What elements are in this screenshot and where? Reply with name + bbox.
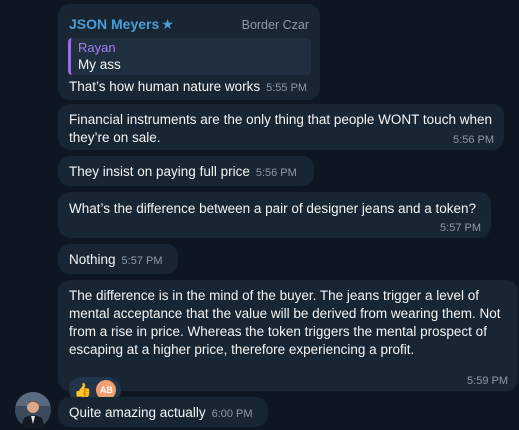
message-text: What’s the difference between a pair of …	[69, 201, 477, 216]
message-line: The difference is in the mind of the buy…	[69, 288, 479, 303]
thumbs-up-icon: 👍	[74, 382, 92, 398]
reply-quote[interactable]: Rayan My ass	[68, 38, 311, 75]
reply-author: Rayan	[78, 40, 116, 55]
avatar-image	[15, 392, 51, 428]
message-bubble[interactable]: Quite amazing actually 6:00 PM	[58, 397, 268, 427]
message-time: 5:56 PM	[453, 134, 494, 146]
message-text: That’s how human nature works	[69, 79, 261, 94]
sender-title: Border Czar	[241, 18, 309, 32]
message-line: escaping at a higher price, therefore ex…	[69, 342, 415, 357]
message-bubble[interactable]: JSON Meyers ★ Border Czar Rayan My ass Th…	[58, 4, 320, 100]
message-text-row: That’s how human nature works 5:55 PM	[69, 78, 307, 97]
message-line: Financial instruments are the only thing…	[69, 112, 492, 127]
message-text: Financial instruments are the only thing…	[69, 111, 492, 147]
message-time: 6:00 PM	[211, 408, 253, 420]
message-bubble[interactable]: They insist on paying full price 5:56 PM	[58, 156, 314, 186]
message-text-row: Nothing 5:57 PM	[69, 251, 163, 270]
message-text: Nothing	[69, 252, 116, 267]
sender-name[interactable]: JSON Meyers ★	[69, 15, 174, 33]
message-bubble[interactable]: Nothing 5:57 PM	[58, 244, 178, 274]
message-bubble[interactable]: Financial instruments are the only thing…	[58, 104, 504, 150]
star-icon: ★	[161, 16, 174, 32]
message-time: 5:59 PM	[467, 375, 508, 387]
message-line: from a rise in price. Whereas the token …	[69, 324, 487, 339]
reply-text: My ass	[78, 57, 121, 72]
message-text-row: They insist on paying full price 5:56 PM	[69, 163, 297, 182]
message-line: they’re on sale.	[69, 130, 161, 145]
message-time: 5:57 PM	[440, 222, 481, 234]
message-time: 5:56 PM	[255, 167, 297, 179]
message-line: mental acceptance that the value will be…	[69, 306, 501, 321]
message-text: The difference is in the mind of the buy…	[69, 287, 500, 359]
message-time: 5:57 PM	[121, 255, 163, 267]
avatar[interactable]	[15, 392, 51, 428]
message-text: Quite amazing actually	[69, 405, 206, 420]
message-bubble[interactable]: What’s the difference between a pair of …	[58, 192, 491, 238]
message-bubble[interactable]: The difference is in the mind of the buy…	[58, 280, 518, 403]
message-text-row: Quite amazing actually 6:00 PM	[69, 404, 253, 423]
message-time: 5:55 PM	[266, 82, 308, 94]
message-text: They insist on paying full price	[69, 164, 250, 179]
